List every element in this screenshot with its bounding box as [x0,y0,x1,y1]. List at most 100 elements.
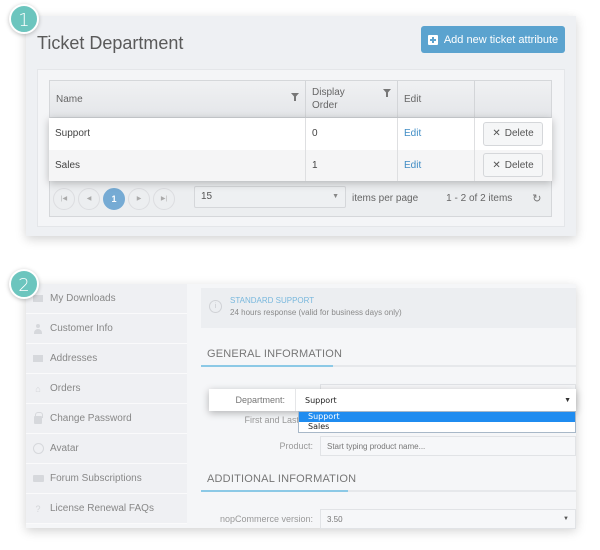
grid-rows: Support 0 Edit ✕ Delete Sales 1 Edit ✕ D… [49,118,552,181]
column-header-display-order[interactable]: Display Order [306,81,398,117]
sidebar-item-label: My Downloads [50,293,116,304]
product-input[interactable]: Start typing product name... [320,436,576,456]
question-icon: ? [35,503,41,514]
sidebar-item-forum-subscriptions[interactable]: Forum Subscriptions [26,464,187,494]
department-option-support[interactable]: Support [299,412,575,422]
general-information-heading: GENERAL INFORMATION [207,348,343,360]
step-badge-2: 2 [9,269,39,299]
download-icon [32,295,44,302]
version-value: 3.50 [327,514,343,524]
item-count-label: 1 - 2 of 2 items [446,193,513,204]
sidebar-item-avatar[interactable]: Avatar [26,434,187,464]
support-info-box: i STANDARD SUPPORT 24 hours response (va… [201,288,576,328]
department-label: Department: [209,389,296,411]
cell-display-order: 1 [306,149,398,181]
prev-page-button[interactable]: ◀ [78,187,100,210]
grid-header: Name Display Order Edit [50,81,551,118]
delete-button[interactable]: ✕ Delete [483,121,543,146]
page-size-value: 15 [201,191,213,202]
first-page-icon: |◀ [60,196,68,202]
department-option-sales[interactable]: Sales [299,422,575,432]
cell-edit: Edit [398,118,475,150]
last-page-icon: ▶| [160,196,168,202]
department-value: Support [305,395,337,405]
add-ticket-attribute-button[interactable]: Add new ticket attribute [421,26,565,53]
column-header-actions [475,81,551,117]
cell-name: Sales [49,149,306,181]
column-label: Edit [404,93,422,105]
filter-icon[interactable] [383,89,391,97]
department-select[interactable]: Department: Support ▼ [209,389,576,411]
first-page-button[interactable]: |◀ [53,187,75,210]
sidebar-item-label: Orders [50,383,81,394]
name-label: First and Last Na [244,415,313,425]
page-button-current[interactable]: 1 [103,187,125,210]
support-plan-title: STANDARD SUPPORT [230,296,315,305]
additional-information-heading: ADDITIONAL INFORMATION [207,473,357,485]
column-label: Name [56,93,83,105]
sidebar-item-my-downloads[interactable]: My Downloads [26,284,187,314]
next-page-button[interactable]: ▶ [128,187,150,210]
delete-button[interactable]: ✕ Delete [483,153,543,178]
department-options-list: Support Sales [298,411,576,433]
delete-label: Delete [504,128,534,140]
table-row: Sales 1 Edit ✕ Delete [49,149,552,182]
delete-label: Delete [504,159,534,171]
table-row: Support 0 Edit ✕ Delete [49,118,552,150]
version-label: nopCommerce version: [219,514,313,524]
column-header-name[interactable]: Name [50,81,306,117]
account-sidebar: My Downloads Customer Info Addresses ⌂ O… [26,284,187,524]
edit-link[interactable]: Edit [404,160,421,171]
prev-page-icon: ◀ [86,196,92,202]
cell-edit: Edit [398,149,475,181]
step-badge-1: 1 [9,4,39,34]
refresh-icon[interactable]: ↻ [532,192,541,205]
chevron-down-icon: ▼ [564,396,571,404]
chevron-down-icon: ▼ [563,516,569,522]
plus-square-icon [427,34,438,45]
sidebar-item-label: Addresses [50,353,98,364]
sidebar-item-label: License Renewal FAQs [50,503,154,514]
version-select[interactable]: 3.50 ▼ [320,509,576,529]
avatar-icon [32,443,44,454]
next-page-icon: ▶ [136,196,142,202]
cell-display-order: 0 [306,118,398,150]
add-button-label: Add new ticket attribute [443,33,559,46]
support-plan-description: 24 hours response (valid for business da… [230,308,402,317]
cell-name: Support [49,118,306,150]
address-card-icon [32,355,44,362]
cell-delete: ✕ Delete [475,150,551,182]
close-icon: ✕ [492,159,501,171]
sidebar-item-label: Avatar [50,443,79,454]
basket-icon: ⌂ [35,383,41,394]
column-header-edit: Edit [398,81,475,117]
sidebar-item-addresses[interactable]: Addresses [26,344,187,374]
department-grid: Name Display Order Edit Support 0 Edit ✕… [49,80,552,217]
sidebar-item-change-password[interactable]: Change Password [26,404,187,434]
sidebar-item-license-renewal-faqs[interactable]: ? License Renewal FAQs [26,494,187,524]
sidebar-item-label: Change Password [50,413,132,424]
section-divider [201,365,576,367]
person-icon [32,323,44,334]
lock-icon [32,411,44,424]
edit-link[interactable]: Edit [404,128,421,139]
page-title: Ticket Department [37,33,184,53]
column-label: Display Order [312,87,345,111]
last-page-button[interactable]: ▶| [153,187,175,210]
close-icon: ✕ [492,128,501,140]
chat-bubbles-icon [32,475,44,482]
sidebar-item-orders[interactable]: ⌂ Orders [26,374,187,404]
product-label: Product: [279,441,313,451]
sidebar-item-customer-info[interactable]: Customer Info [26,314,187,344]
grid-pager: |◀ ◀ 1 ▶ ▶| 15 ▼ items per page 1 - 2 of… [50,181,551,216]
cell-delete: ✕ Delete [475,118,551,150]
filter-icon[interactable] [291,93,299,101]
sidebar-item-label: Customer Info [50,323,113,334]
grid-container: Name Display Order Edit Support 0 Edit ✕… [37,69,565,227]
page-size-select[interactable]: 15 ▼ [194,185,346,208]
sidebar-item-label: Forum Subscriptions [50,473,142,484]
items-per-page-label: items per page [352,193,419,204]
section-divider [201,490,576,492]
info-icon: i [209,300,222,313]
chevron-down-icon: ▼ [332,193,339,200]
